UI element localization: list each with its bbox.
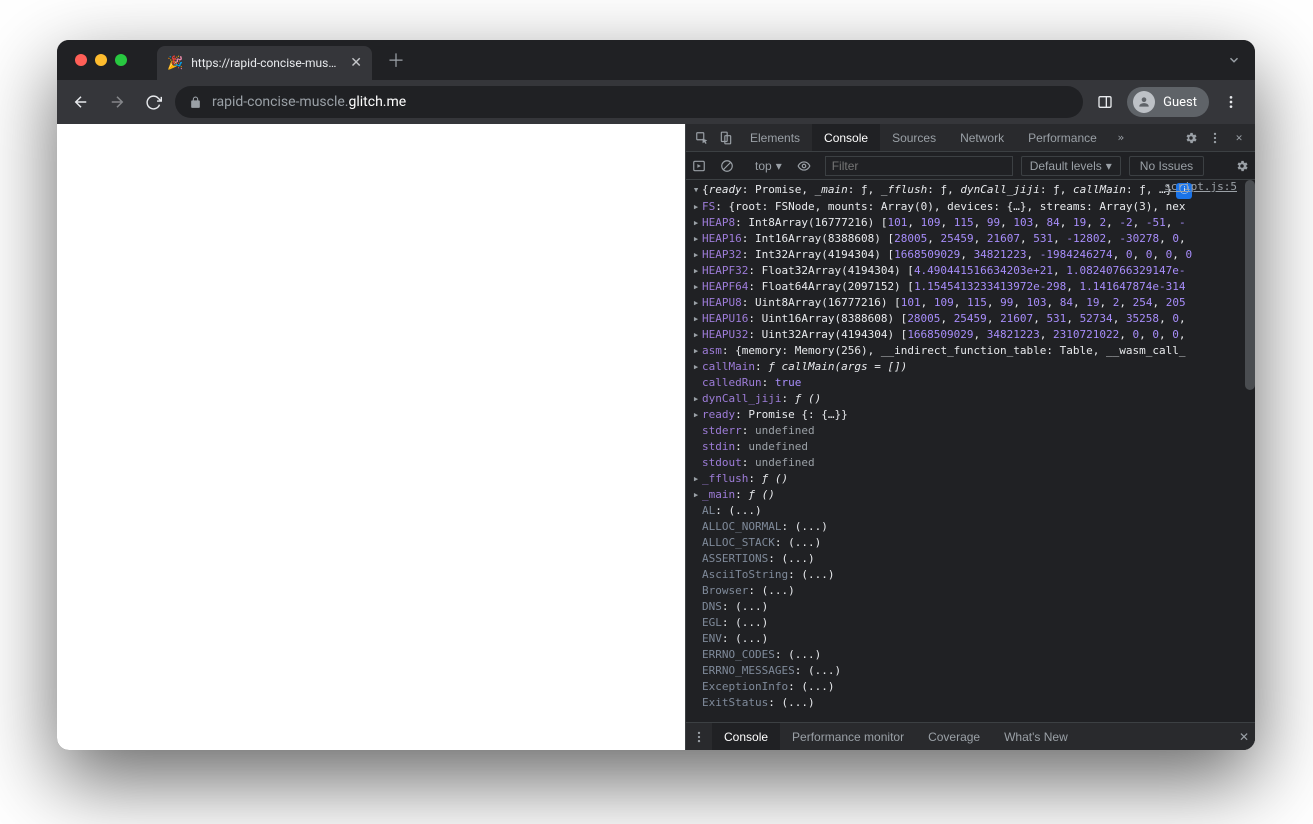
object-getter-row[interactable]: ExitStatus: (...) [686, 695, 1255, 711]
content-area: Elements Console Sources Network Perform… [57, 124, 1255, 750]
source-link[interactable]: script.js:5 [1164, 180, 1237, 193]
drawer-tab-performance-monitor[interactable]: Performance monitor [780, 723, 916, 750]
chevron-down-icon: ▾ [776, 159, 782, 173]
device-toolbar-icon[interactable] [714, 131, 738, 145]
object-getter-row[interactable]: EGL: (...) [686, 615, 1255, 631]
object-property-row[interactable]: ▸HEAP32: Int32Array(4194304) [1668509029… [686, 247, 1255, 263]
object-property-row[interactable]: ▸HEAPU8: Uint8Array(16777216) [101, 109,… [686, 295, 1255, 311]
tab-performance[interactable]: Performance [1016, 124, 1109, 151]
console-sidebar-toggle-icon[interactable] [692, 159, 712, 173]
window-controls [75, 54, 127, 66]
object-property-row[interactable]: stdout: undefined [686, 455, 1255, 471]
devtools-menu-icon[interactable] [1203, 131, 1227, 145]
console-toolbar: top ▾ Default levels▾ No Issues [686, 152, 1255, 180]
object-property-row[interactable]: ▸dynCall_jiji: ƒ () [686, 391, 1255, 407]
object-property-row[interactable]: ▸_main: ƒ () [686, 487, 1255, 503]
browser-toolbar: rapid-concise-muscle.glitch.me Guest [57, 80, 1255, 124]
new-tab-button[interactable]: ＋ [382, 46, 410, 74]
devtools-close-icon[interactable]: ✕ [1227, 131, 1251, 144]
close-window-button[interactable] [75, 54, 87, 66]
devtools-settings-icon[interactable] [1179, 131, 1203, 145]
close-tab-icon[interactable]: ✕ [350, 55, 362, 71]
scrollbar-track [1245, 180, 1255, 722]
tab-elements[interactable]: Elements [738, 124, 812, 151]
forward-button[interactable] [103, 88, 131, 116]
back-button[interactable] [67, 88, 95, 116]
clear-console-icon[interactable] [720, 159, 740, 173]
object-property-row[interactable]: ▸HEAP8: Int8Array(16777216) [101, 109, 1… [686, 215, 1255, 231]
lock-icon [189, 96, 202, 109]
devtools-drawer: Console Performance monitor Coverage Wha… [686, 722, 1255, 750]
browser-menu-button[interactable] [1217, 88, 1245, 116]
object-getter-row[interactable]: AL: (...) [686, 503, 1255, 519]
object-property-row[interactable]: ▸HEAPU16: Uint16Array(8388608) [28005, 2… [686, 311, 1255, 327]
object-getter-row[interactable]: ENV: (...) [686, 631, 1255, 647]
object-getter-row[interactable]: Browser: (...) [686, 583, 1255, 599]
drawer-close-icon[interactable]: ✕ [1239, 730, 1249, 744]
object-property-row[interactable]: ▸HEAPU32: Uint32Array(4194304) [16685090… [686, 327, 1255, 343]
drawer-tab-whats-new[interactable]: What's New [992, 723, 1080, 750]
tab-network[interactable]: Network [948, 124, 1016, 151]
browser-window: 🎉 https://rapid-concise-muscle.g ✕ ＋ rap… [57, 40, 1255, 750]
url-text: rapid-concise-muscle.glitch.me [212, 94, 406, 110]
object-getter-row[interactable]: ALLOC_STACK: (...) [686, 535, 1255, 551]
log-levels-selector[interactable]: Default levels▾ [1021, 156, 1121, 176]
object-property-row[interactable]: ▸_fflush: ƒ () [686, 471, 1255, 487]
console-settings-icon[interactable] [1235, 159, 1249, 173]
profile-button[interactable]: Guest [1127, 87, 1209, 117]
minimize-window-button[interactable] [95, 54, 107, 66]
console-output[interactable]: script.js:5 ▾{ready: Promise, _main: ƒ, … [686, 180, 1255, 722]
issues-button[interactable]: No Issues [1129, 156, 1204, 176]
page-viewport[interactable] [57, 124, 685, 750]
object-property-row[interactable]: ▸ready: Promise {: {…}} [686, 407, 1255, 423]
side-panel-button[interactable] [1091, 88, 1119, 116]
console-filter-input[interactable] [825, 156, 1013, 176]
tabs-dropdown-icon[interactable] [1227, 53, 1241, 67]
object-property-row[interactable]: ▸HEAPF64: Float64Array(2097152) [1.15454… [686, 279, 1255, 295]
avatar-icon [1133, 91, 1155, 113]
object-property-row[interactable]: stderr: undefined [686, 423, 1255, 439]
object-getter-row[interactable]: ASSERTIONS: (...) [686, 551, 1255, 567]
tab-title: https://rapid-concise-muscle.g [191, 56, 342, 70]
object-property-row[interactable]: ▸callMain: ƒ callMain(args = []) [686, 359, 1255, 375]
chevron-down-icon: ▾ [1106, 159, 1112, 173]
object-getter-row[interactable]: ExceptionInfo: (...) [686, 679, 1255, 695]
object-property-row[interactable]: calledRun: true [686, 375, 1255, 391]
object-getter-row[interactable]: ALLOC_NORMAL: (...) [686, 519, 1255, 535]
object-property-row[interactable]: stdin: undefined [686, 439, 1255, 455]
live-expression-icon[interactable] [797, 159, 817, 173]
object-property-row[interactable]: ▸HEAP16: Int16Array(8388608) [28005, 254… [686, 231, 1255, 247]
more-tabs-icon[interactable]: » [1109, 131, 1133, 144]
devtools-tabs: Elements Console Sources Network Perform… [686, 124, 1255, 152]
object-property-row[interactable]: ▸HEAPF32: Float32Array(4194304) [4.49044… [686, 263, 1255, 279]
profile-label: Guest [1163, 95, 1197, 110]
favicon-icon: 🎉 [167, 56, 183, 71]
drawer-tab-console[interactable]: Console [712, 723, 780, 750]
object-property-row[interactable]: ▸asm: {memory: Memory(256), __indirect_f… [686, 343, 1255, 359]
drawer-menu-icon[interactable] [692, 730, 712, 744]
devtools-panel: Elements Console Sources Network Perform… [685, 124, 1255, 750]
drawer-tab-coverage[interactable]: Coverage [916, 723, 992, 750]
object-getter-row[interactable]: ERRNO_MESSAGES: (...) [686, 663, 1255, 679]
scrollbar-thumb[interactable] [1245, 180, 1255, 390]
object-getter-row[interactable]: DNS: (...) [686, 599, 1255, 615]
tab-strip: 🎉 https://rapid-concise-muscle.g ✕ ＋ [57, 40, 1255, 80]
object-getter-row[interactable]: AsciiToString: (...) [686, 567, 1255, 583]
tab-console[interactable]: Console [812, 124, 880, 151]
reload-button[interactable] [139, 88, 167, 116]
tab-sources[interactable]: Sources [880, 124, 948, 151]
address-bar[interactable]: rapid-concise-muscle.glitch.me [175, 86, 1083, 118]
maximize-window-button[interactable] [115, 54, 127, 66]
execution-context-selector[interactable]: top ▾ [748, 156, 789, 176]
object-getter-row[interactable]: ERRNO_CODES: (...) [686, 647, 1255, 663]
inspect-element-icon[interactable] [690, 131, 714, 145]
browser-tab[interactable]: 🎉 https://rapid-concise-muscle.g ✕ [157, 46, 372, 80]
object-property-row[interactable]: ▸FS: {root: FSNode, mounts: Array(0), de… [686, 199, 1255, 215]
